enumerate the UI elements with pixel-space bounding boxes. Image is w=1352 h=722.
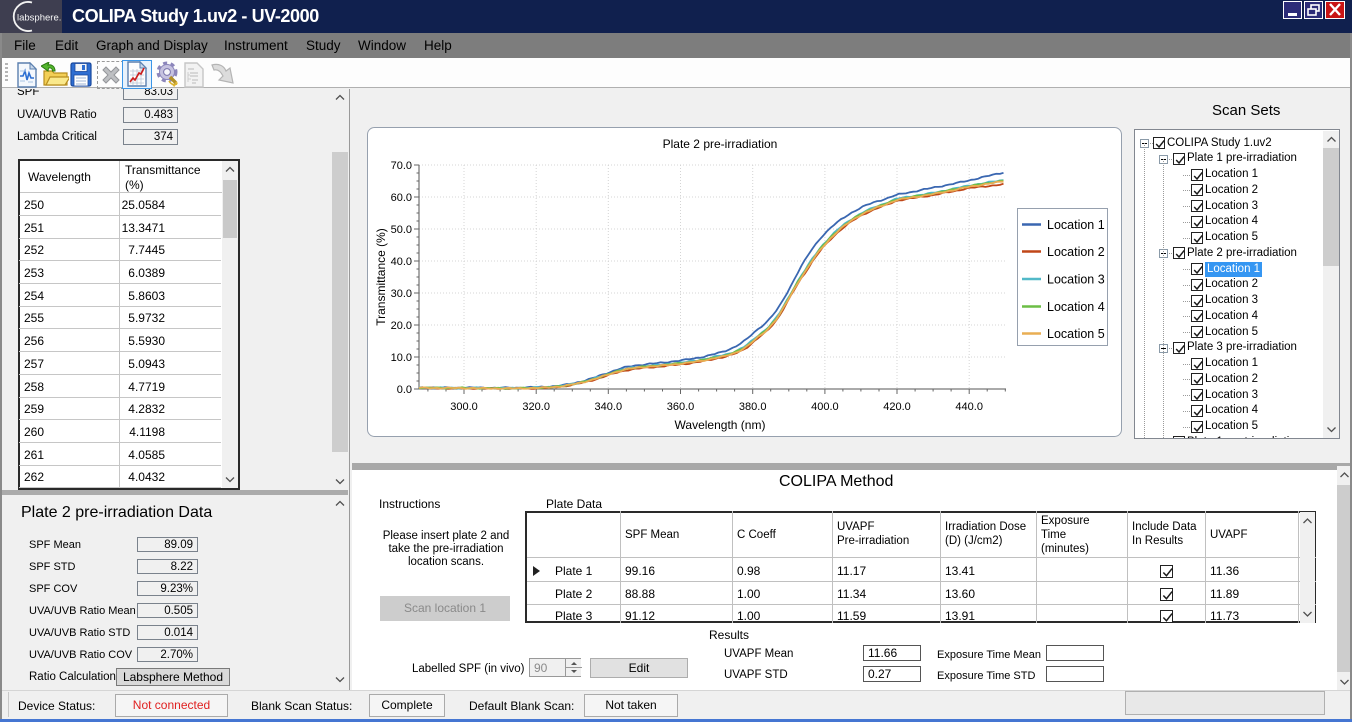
svg-text:Transmittance (%): Transmittance (%) <box>374 228 388 326</box>
svg-text:320.0: 320.0 <box>522 401 550 413</box>
svg-text:300.0: 300.0 <box>450 401 478 413</box>
svg-text:Location 2: Location 2 <box>1047 245 1105 259</box>
svg-text:400.0: 400.0 <box>811 401 839 413</box>
svg-text:Location 1: Location 1 <box>1047 218 1105 232</box>
svg-text:Wavelength (nm): Wavelength (nm) <box>675 418 766 432</box>
svg-text:Location 5: Location 5 <box>1047 327 1105 341</box>
svg-text:360.0: 360.0 <box>667 401 695 413</box>
svg-text:20.0: 20.0 <box>391 320 412 332</box>
svg-text:70.0: 70.0 <box>391 160 412 172</box>
svg-text:10.0: 10.0 <box>391 352 412 364</box>
svg-text:30.0: 30.0 <box>391 288 412 300</box>
svg-text:Location 4: Location 4 <box>1047 300 1105 314</box>
svg-text:380.0: 380.0 <box>739 401 767 413</box>
svg-text:0.0: 0.0 <box>397 384 412 396</box>
svg-text:50.0: 50.0 <box>391 224 412 236</box>
svg-text:340.0: 340.0 <box>595 401 623 413</box>
svg-text:Location 3: Location 3 <box>1047 273 1105 287</box>
svg-text:40.0: 40.0 <box>391 256 412 268</box>
svg-text:440.0: 440.0 <box>955 401 983 413</box>
svg-text:Plate 2 pre-irradiation: Plate 2 pre-irradiation <box>663 137 778 151</box>
svg-text:labsphere.: labsphere. <box>17 13 61 24</box>
svg-text:420.0: 420.0 <box>883 401 911 413</box>
svg-text:60.0: 60.0 <box>391 192 412 204</box>
